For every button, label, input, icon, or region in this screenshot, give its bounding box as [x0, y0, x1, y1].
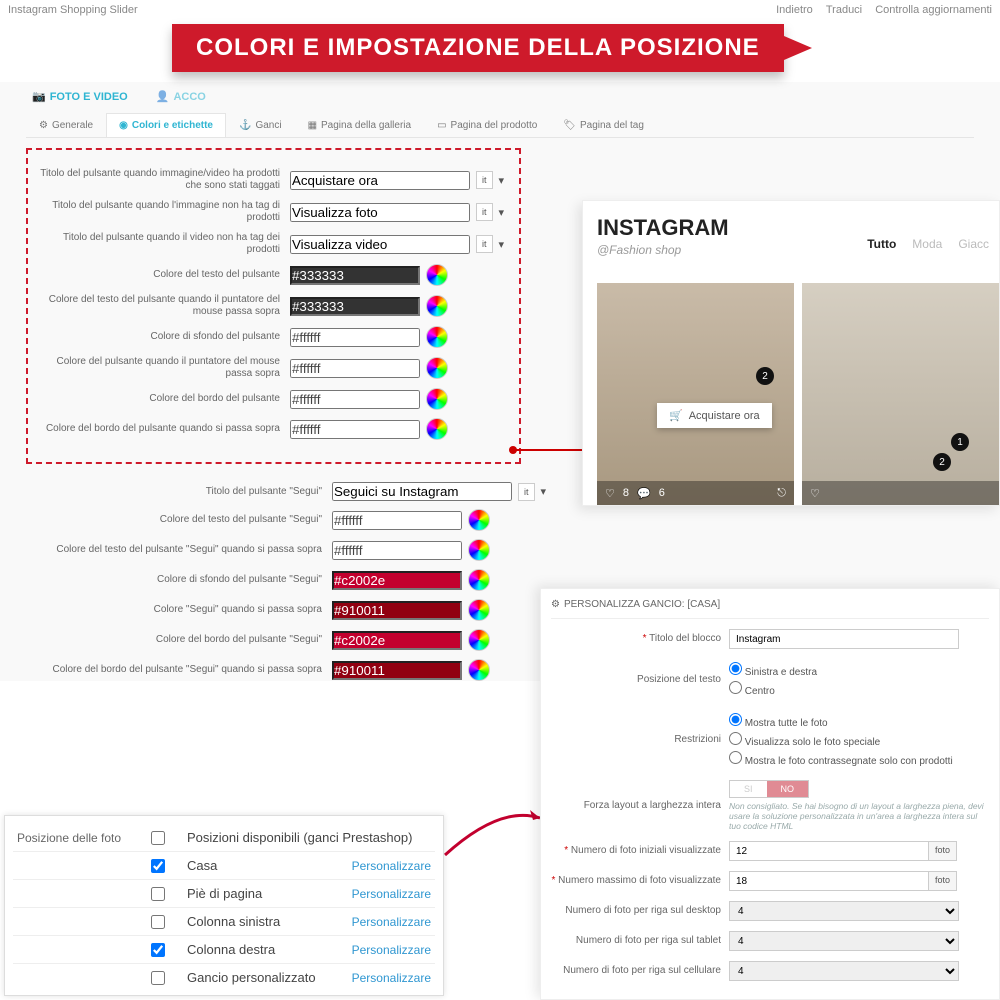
color-picker-icon[interactable] — [426, 388, 448, 410]
follow-text-hover-color[interactable] — [332, 541, 462, 560]
tab-colors[interactable]: ◉ Colori e etichette — [106, 113, 226, 137]
follow-border-hover-color[interactable] — [332, 661, 462, 680]
translate-link[interactable]: Traduci — [826, 4, 862, 16]
color-picker-icon[interactable] — [426, 418, 448, 440]
color-picker-icon[interactable] — [426, 326, 448, 348]
color-picker-icon[interactable] — [468, 599, 490, 621]
perrow-mobile[interactable]: 4 — [729, 961, 959, 981]
ig-card[interactable]: 2 🛒 Acquistare ora ♡8 💬6⎋ — [597, 283, 794, 505]
pos-check-left[interactable] — [151, 915, 165, 929]
follow-bg-color[interactable] — [332, 571, 462, 590]
tag-dot[interactable]: 1 — [951, 433, 969, 451]
ig-card[interactable]: 1 2 ♡ — [802, 283, 999, 505]
banner-title: COLORI E IMPOSTAZIONE DELLA POSIZIONE — [172, 24, 784, 72]
block-title-input[interactable] — [729, 629, 959, 649]
perrow-tablet[interactable]: 4 — [729, 931, 959, 951]
pos-check-footer[interactable] — [151, 887, 165, 901]
customize-link[interactable]: Personalizzare — [352, 859, 431, 873]
btn-title-tagged[interactable] — [290, 171, 470, 190]
pos-title: Posizione delle foto — [17, 831, 147, 845]
follow-hover-color[interactable] — [332, 601, 462, 620]
page-title: Instagram Shopping Slider — [8, 4, 138, 16]
perrow-desktop[interactable]: 4 — [729, 901, 959, 921]
instagram-preview: INSTAGRAM @Fashion shop Tutto Moda Giacc… — [582, 200, 1000, 506]
follow-settings-group: Titolo del pulsante "Segui"it▾ Colore de… — [26, 482, 556, 681]
rest-radio-special[interactable] — [729, 732, 742, 745]
color-picker-icon[interactable] — [426, 264, 448, 286]
follow-border-color[interactable] — [332, 631, 462, 650]
follow-text-color[interactable] — [332, 511, 462, 530]
instagram-icon: ⎋ — [777, 487, 786, 500]
main-tabs: 📷 FOTO E VIDEO 👤 ACCO — [10, 88, 990, 105]
sub-tabs: ⚙ Generale ◉ Colori e etichette ⚓ Ganci … — [26, 113, 974, 138]
tab-account[interactable]: 👤 ACCO — [156, 90, 206, 103]
customize-link[interactable]: Personalizzare — [352, 943, 431, 957]
likes-icon: ♡ — [810, 487, 820, 500]
pos-radio-center[interactable] — [729, 681, 742, 694]
position-panel: Posizione delle fotoPosizioni disponibil… — [4, 815, 444, 996]
btn-hover-color[interactable] — [290, 359, 420, 378]
btn-border-color[interactable] — [290, 390, 420, 409]
comments-icon: 💬 — [637, 487, 651, 500]
btn-text-color[interactable] — [290, 266, 420, 285]
color-picker-icon[interactable] — [468, 509, 490, 531]
button-settings-group: Titolo del pulsante quando immagine/vide… — [26, 148, 521, 464]
customize-link[interactable]: Personalizzare — [352, 915, 431, 929]
color-picker-icon[interactable] — [468, 659, 490, 681]
tab-tag[interactable]: 🏷 Pagina del tag — [550, 113, 657, 137]
btn-title-image[interactable] — [290, 203, 470, 222]
pos-check-custom[interactable] — [151, 971, 165, 985]
tab-product[interactable]: ▭ Pagina del prodotto — [424, 113, 550, 137]
tag-dot[interactable]: 2 — [933, 453, 951, 471]
btn-bg-color[interactable] — [290, 328, 420, 347]
pos-radio-lr[interactable] — [729, 662, 742, 675]
updates-link[interactable]: Controlla aggiornamenti — [875, 4, 992, 16]
page-header: Instagram Shopping Slider Indietro Tradu… — [0, 0, 1000, 20]
hook-customize-panel: ⚙ PERSONALIZZA GANCIO: [CASA] Titolo del… — [540, 588, 1000, 1000]
filter-all[interactable]: Tutto — [867, 237, 896, 251]
color-picker-icon[interactable] — [468, 569, 490, 591]
pos-check-right[interactable] — [151, 943, 165, 957]
tab-photos[interactable]: 📷 FOTO E VIDEO — [32, 90, 128, 103]
shop-now-pill[interactable]: 🛒 Acquistare ora — [657, 403, 772, 428]
tag-dot[interactable]: 2 — [756, 367, 774, 385]
color-picker-icon[interactable] — [468, 629, 490, 651]
btn-border-hover-color[interactable] — [290, 420, 420, 439]
pos-check-home[interactable] — [151, 859, 165, 873]
init-photos-input[interactable] — [729, 841, 929, 861]
btn-title-video[interactable] — [290, 235, 470, 254]
arrow-annotation — [440, 800, 550, 860]
pos-header-check[interactable] — [151, 831, 165, 845]
follow-title[interactable] — [332, 482, 512, 501]
header-links: Indietro Traduci Controlla aggiornamenti — [766, 4, 992, 16]
customize-link[interactable]: Personalizzare — [352, 971, 431, 985]
color-picker-icon[interactable] — [426, 357, 448, 379]
tab-gallery[interactable]: ▦ Pagina della galleria — [295, 113, 425, 137]
max-photos-input[interactable] — [729, 871, 929, 891]
fullwidth-toggle[interactable]: SINO — [729, 780, 809, 798]
color-picker-icon[interactable] — [468, 539, 490, 561]
filter-jacket[interactable]: Giacc — [958, 237, 989, 251]
tab-hooks[interactable]: ⚓ Ganci — [226, 113, 295, 137]
customize-link[interactable]: Personalizzare — [352, 887, 431, 901]
back-link[interactable]: Indietro — [776, 4, 813, 16]
filter-fashion[interactable]: Moda — [912, 237, 942, 251]
gear-icon: ⚙ — [551, 599, 560, 610]
rest-radio-products[interactable] — [729, 751, 742, 764]
btn-text-hover-color[interactable] — [290, 297, 420, 316]
tab-general[interactable]: ⚙ Generale — [26, 113, 106, 137]
rest-radio-all[interactable] — [729, 713, 742, 726]
hook-header: ⚙ PERSONALIZZA GANCIO: [CASA] — [551, 597, 989, 619]
likes-icon: ♡ — [605, 487, 615, 500]
lang-select[interactable]: it — [476, 171, 493, 189]
color-picker-icon[interactable] — [426, 295, 448, 317]
